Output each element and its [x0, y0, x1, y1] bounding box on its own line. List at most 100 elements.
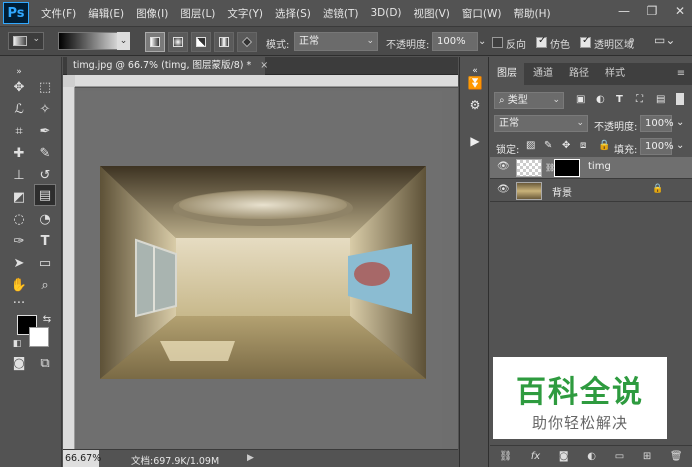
- rectangle-tool-icon[interactable]: ▭: [34, 253, 56, 275]
- tool-preset-picker[interactable]: ⌄: [8, 32, 44, 50]
- opacity-value: 100%: [437, 36, 466, 47]
- filter-adjustment-icon[interactable]: ◐: [596, 94, 605, 105]
- close-button[interactable]: ✕: [672, 4, 688, 18]
- canvas-area[interactable]: [75, 88, 458, 449]
- layer-mask-thumbnail[interactable]: [554, 159, 580, 177]
- add-mask-icon[interactable]: ◙: [559, 451, 569, 462]
- zoom-level-input[interactable]: 66.67%: [63, 450, 101, 467]
- menu-image[interactable]: 图像(I): [136, 6, 168, 21]
- history-panel-icon[interactable]: ⏬: [464, 73, 486, 93]
- filter-pixel-icon[interactable]: ▣: [576, 94, 585, 105]
- menu-layer[interactable]: 图层(L): [180, 6, 215, 21]
- move-tool-icon[interactable]: ✥: [8, 77, 30, 99]
- menu-view[interactable]: 视图(V): [414, 6, 450, 21]
- blend-mode-select[interactable]: 正常 ⌄: [494, 115, 588, 132]
- close-tab-icon[interactable]: ×: [260, 60, 268, 71]
- layer-opacity-dropdown[interactable]: ⌄: [676, 117, 684, 128]
- horizontal-ruler[interactable]: [75, 75, 458, 87]
- restore-button[interactable]: ❐: [644, 4, 660, 18]
- dodge-tool-icon[interactable]: ◔: [34, 209, 56, 231]
- gradient-dropdown-button[interactable]: ⌄: [117, 32, 130, 50]
- blur-tool-icon[interactable]: ◌: [8, 209, 30, 231]
- menu-filter[interactable]: 滤镜(T): [323, 6, 359, 21]
- filter-type-icon[interactable]: T: [616, 94, 623, 105]
- document-tab-title: timg.jpg @ 66.7% (timg, 图层蒙版/8) *: [73, 60, 252, 71]
- eraser-tool-icon[interactable]: ◩: [8, 187, 30, 209]
- zoom-tool-icon[interactable]: ⌕: [34, 275, 56, 297]
- opacity-input[interactable]: 100%: [432, 32, 478, 51]
- panel-menu-icon[interactable]: ≡: [672, 63, 690, 85]
- marquee-tool-icon[interactable]: ⬚: [34, 77, 56, 99]
- lasso-tool-icon[interactable]: ℒ: [8, 99, 30, 121]
- document-canvas[interactable]: [78, 91, 442, 449]
- transparency-checkbox[interactable]: [580, 35, 591, 48]
- tab-styles[interactable]: 样式: [598, 63, 632, 85]
- magic-wand-tool-icon[interactable]: ✧: [34, 99, 56, 121]
- fill-input[interactable]: 100%: [640, 138, 674, 155]
- fill-dropdown[interactable]: ⌄: [676, 140, 684, 151]
- workspace-switcher-icon[interactable]: ▭⌄: [654, 33, 675, 47]
- layer-style-icon[interactable]: fx: [531, 451, 540, 462]
- search-icon[interactable]: ⌕: [628, 33, 635, 48]
- mode-select[interactable]: 正常 ⌄: [294, 32, 378, 51]
- clone-stamp-tool-icon[interactable]: ⊥: [8, 165, 30, 187]
- lock-transparent-icon[interactable]: ▨: [526, 140, 535, 151]
- reverse-checkbox[interactable]: [492, 37, 503, 48]
- status-menu-arrow[interactable]: ▶: [247, 453, 254, 463]
- document-tab[interactable]: timg.jpg @ 66.7% (timg, 图层蒙版/8) * ×: [67, 57, 268, 75]
- tab-channels[interactable]: 通道: [526, 63, 560, 85]
- lock-all-icon[interactable]: 🔒: [598, 140, 610, 151]
- linear-gradient-button[interactable]: [145, 32, 165, 52]
- layer-row-timg[interactable]: 👁 ⛓ timg: [490, 157, 692, 179]
- layer-row-background[interactable]: 👁 背景 🔒: [490, 180, 692, 202]
- type-tool-icon[interactable]: T: [34, 231, 56, 253]
- quick-mask-icon[interactable]: ◙: [8, 353, 30, 375]
- eyedropper-tool-icon[interactable]: ✒: [34, 121, 56, 143]
- tab-layers[interactable]: 图层: [490, 63, 524, 85]
- healing-brush-tool-icon[interactable]: ✚: [8, 143, 30, 165]
- gradient-tool-icon[interactable]: ▤: [34, 184, 56, 206]
- default-colors-icon[interactable]: ◧: [6, 333, 28, 355]
- actions-play-icon[interactable]: ▶: [464, 131, 486, 151]
- visibility-eye-icon[interactable]: 👁: [497, 184, 510, 195]
- ruler-origin[interactable]: [63, 75, 75, 87]
- properties-panel-icon[interactable]: ⚙: [464, 95, 486, 115]
- vertical-ruler[interactable]: [63, 87, 75, 449]
- diamond-gradient-button[interactable]: [237, 32, 257, 52]
- path-selection-tool-icon[interactable]: ➤: [8, 253, 30, 275]
- menu-3d[interactable]: 3D(D): [370, 7, 401, 19]
- adjustment-layer-icon[interactable]: ◐: [587, 451, 596, 462]
- brush-tool-icon[interactable]: ✎: [34, 143, 56, 165]
- minimize-button[interactable]: —: [616, 4, 632, 18]
- delete-layer-icon[interactable]: 🗑: [670, 451, 683, 462]
- menu-file[interactable]: 文件(F): [41, 6, 76, 21]
- menu-window[interactable]: 窗口(W): [462, 6, 502, 21]
- reflected-gradient-button[interactable]: [214, 32, 234, 52]
- visibility-eye-icon[interactable]: 👁: [497, 161, 510, 172]
- more-tools-icon[interactable]: ···: [8, 293, 30, 315]
- lock-artboard-icon[interactable]: ⧈: [580, 140, 586, 151]
- filter-shape-icon[interactable]: ⛶: [636, 94, 643, 105]
- radial-gradient-button[interactable]: [168, 32, 188, 52]
- new-group-icon[interactable]: ▭: [615, 451, 624, 462]
- crop-tool-icon[interactable]: ⌗: [8, 121, 30, 143]
- menu-type[interactable]: 文字(Y): [227, 6, 263, 21]
- dither-checkbox[interactable]: [536, 35, 547, 48]
- angle-gradient-button[interactable]: [191, 32, 211, 52]
- tab-paths[interactable]: 路径: [562, 63, 596, 85]
- swap-colors-icon[interactable]: ⇆: [36, 309, 58, 331]
- filter-toggle-switch[interactable]: [676, 93, 684, 105]
- screen-mode-icon[interactable]: ⧉: [34, 353, 56, 375]
- layer-filter-select[interactable]: ⌕ 类型 ⌄: [494, 92, 564, 109]
- link-layers-icon[interactable]: ⛓: [499, 451, 512, 462]
- lock-position-icon[interactable]: ✥: [562, 140, 570, 151]
- pen-tool-icon[interactable]: ✑: [8, 231, 30, 253]
- menu-select[interactable]: 选择(S): [275, 6, 311, 21]
- lock-pixels-icon[interactable]: ✎: [544, 140, 552, 151]
- menu-edit[interactable]: 编辑(E): [88, 6, 124, 21]
- opacity-dropdown[interactable]: ⌄: [478, 36, 486, 47]
- menu-help[interactable]: 帮助(H): [514, 6, 551, 21]
- filter-smart-object-icon[interactable]: ▤: [656, 94, 665, 105]
- layer-opacity-input[interactable]: 100%: [640, 115, 674, 132]
- new-layer-icon[interactable]: ⊞: [643, 451, 651, 462]
